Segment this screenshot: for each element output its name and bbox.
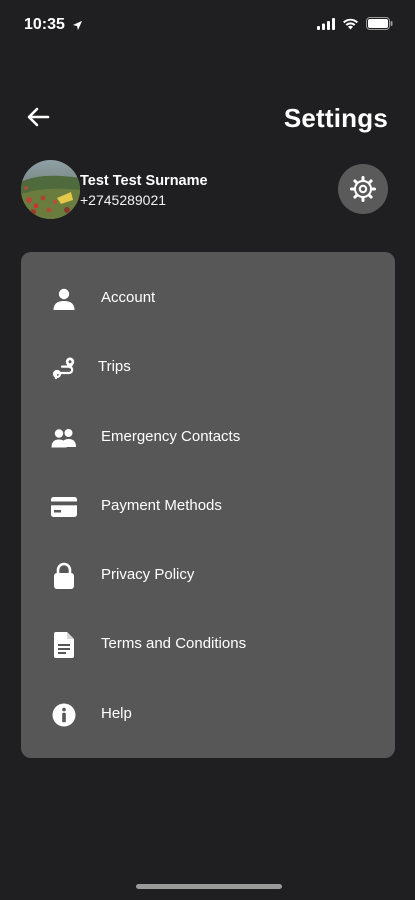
profile-section: Test Test Surname +2745289021	[21, 160, 395, 222]
wifi-icon	[342, 17, 359, 35]
gear-icon	[350, 176, 376, 202]
status-bar: 10:35	[0, 0, 415, 50]
menu-item-terms-and-conditions[interactable]: Terms and Conditions	[21, 616, 395, 672]
menu-item-label: Payment Methods	[101, 497, 222, 514]
profile-settings-button[interactable]	[338, 164, 388, 214]
signal-icon	[317, 17, 335, 35]
menu-item-account[interactable]: Account	[21, 270, 395, 326]
people-icon	[51, 425, 77, 451]
document-icon	[51, 632, 77, 658]
menu-item-label: Account	[101, 289, 156, 306]
profile-name: Test Test Surname	[80, 173, 208, 189]
menu-item-privacy-policy[interactable]: Privacy Policy	[21, 547, 395, 603]
avatar[interactable]	[21, 160, 80, 219]
menu-item-label: Terms and Conditions	[101, 635, 247, 652]
route-icon	[51, 355, 77, 381]
settings-menu: Account Trips Emergency Contacts Payment…	[21, 252, 395, 758]
info-icon	[51, 702, 77, 728]
status-time: 10:35	[24, 16, 65, 33]
header: Settings	[0, 100, 415, 140]
battery-icon	[366, 17, 393, 35]
menu-item-label: Help	[101, 705, 132, 722]
menu-item-label: Privacy Policy	[101, 566, 195, 583]
home-indicator	[136, 884, 282, 889]
menu-item-payment-methods[interactable]: Payment Methods	[21, 478, 395, 534]
person-icon	[51, 286, 77, 312]
credit-card-icon	[51, 494, 77, 520]
menu-item-help[interactable]: Help	[21, 686, 395, 742]
menu-item-emergency-contacts[interactable]: Emergency Contacts	[21, 409, 395, 465]
menu-item-trips[interactable]: Trips	[21, 339, 395, 395]
profile-phone: +2745289021	[80, 192, 167, 208]
arrow-left-icon	[27, 107, 50, 127]
page-title: Settings	[283, 103, 388, 133]
status-icons	[317, 17, 393, 35]
location-arrow-icon	[72, 18, 83, 36]
back-button[interactable]	[26, 106, 56, 132]
menu-item-label: Emergency Contacts	[101, 428, 241, 445]
menu-item-label: Trips	[98, 358, 131, 375]
lock-icon	[51, 562, 77, 589]
